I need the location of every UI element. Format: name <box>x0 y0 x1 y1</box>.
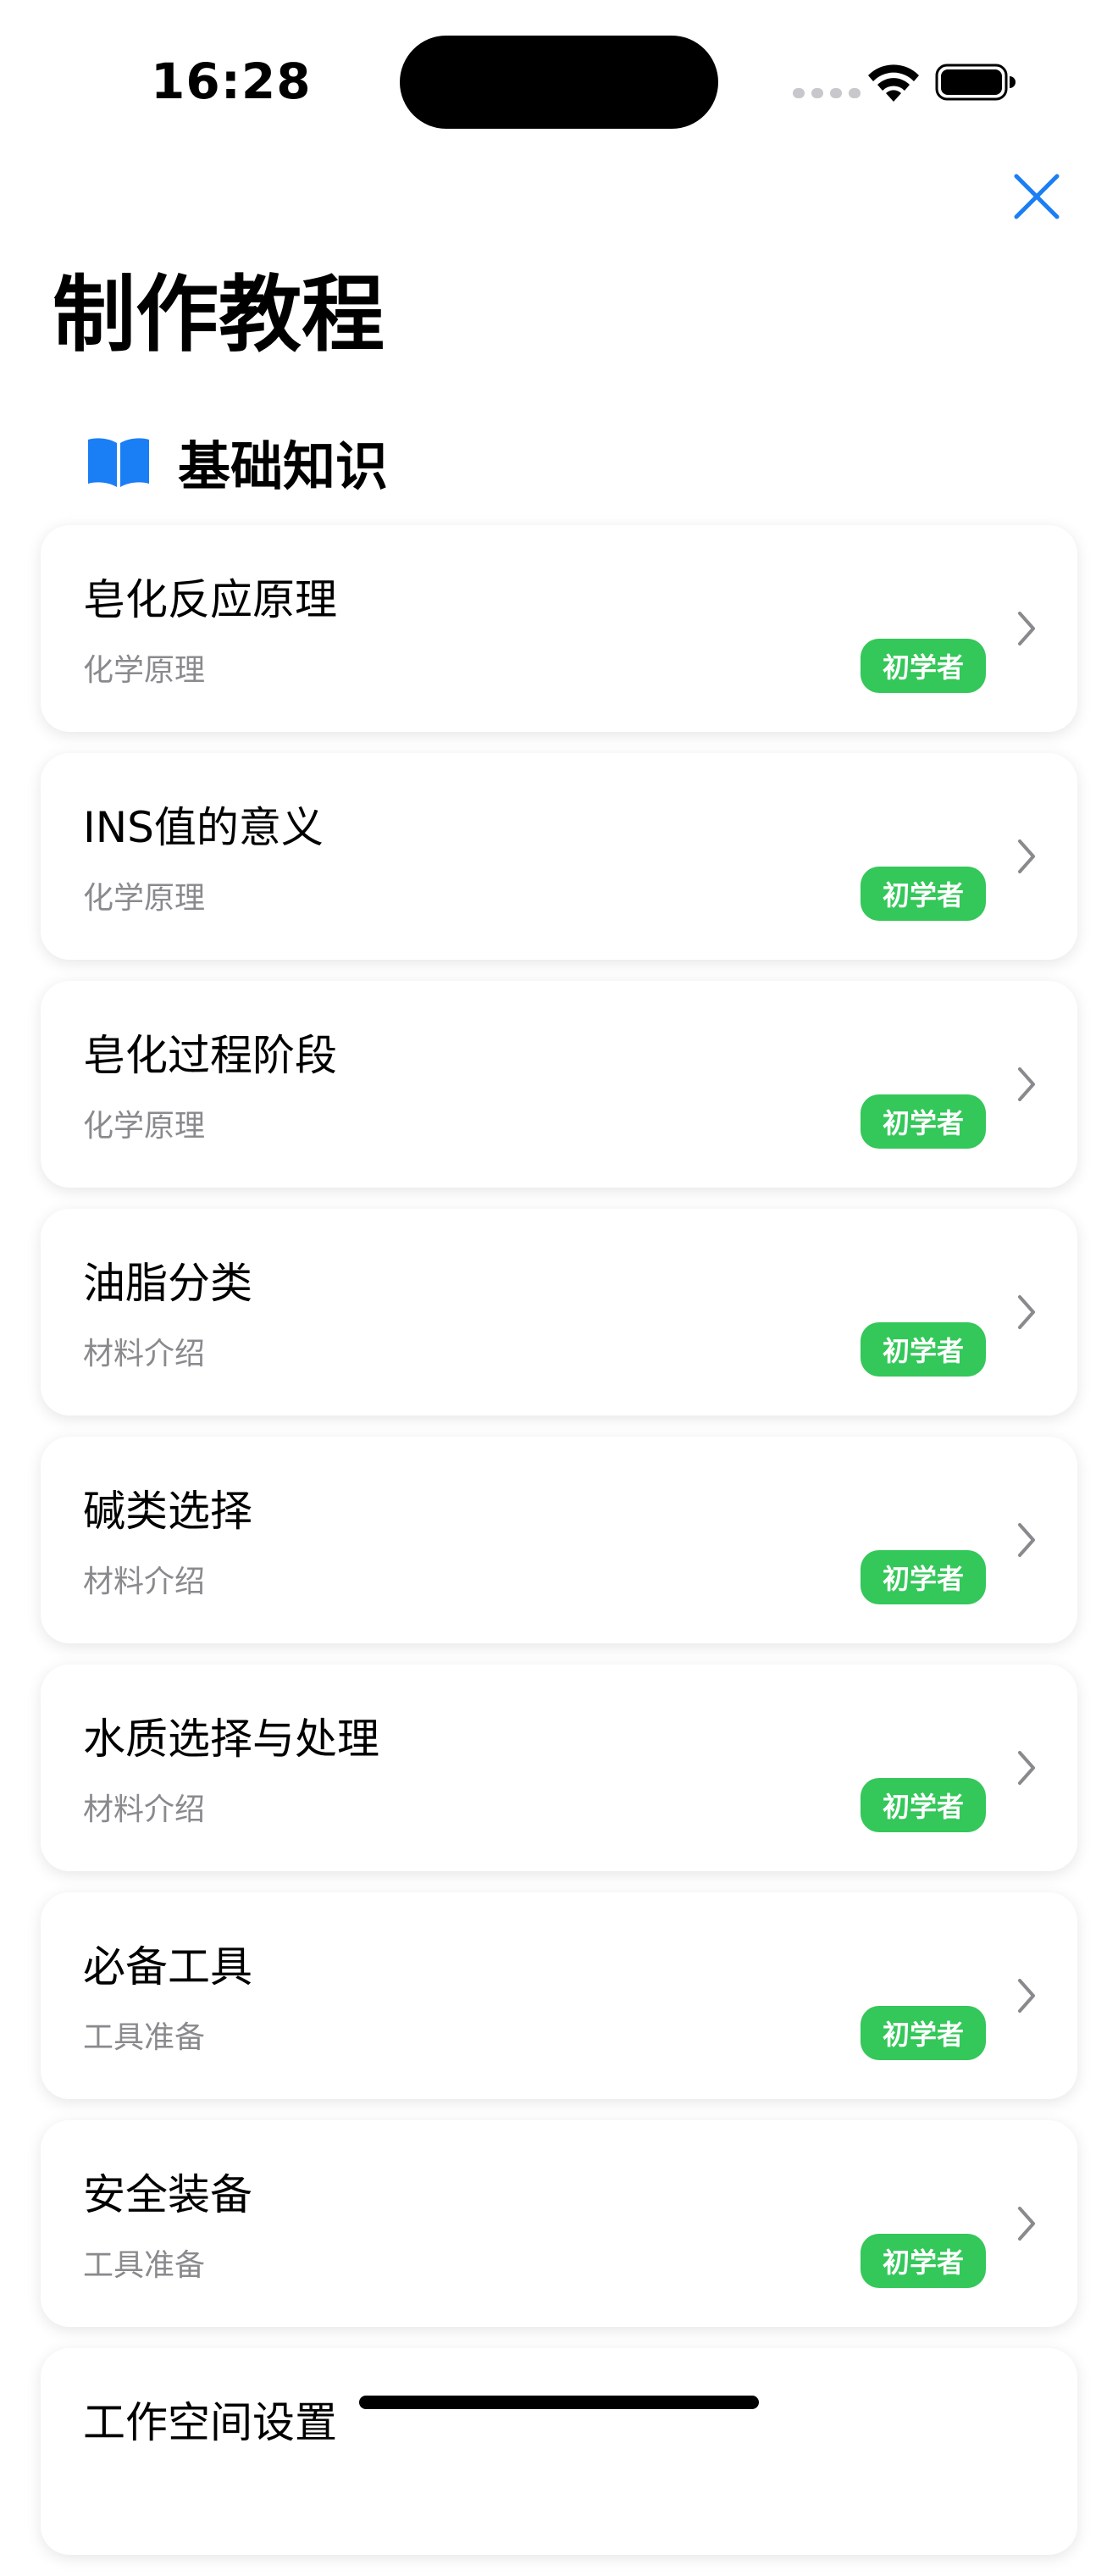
tutorial-title: 碱类选择 <box>83 1487 252 1536</box>
tutorial-card[interactable]: 水质选择与处理 材料介绍 初学者 <box>41 1665 1077 1871</box>
tutorial-title: 工作空间设置 <box>83 2398 337 2447</box>
tutorial-title: 皂化过程阶段 <box>83 1031 337 1080</box>
chevron-right-icon <box>1018 612 1035 645</box>
section-header: 基础知识 <box>85 424 388 500</box>
level-badge: 初学者 <box>861 1550 986 1604</box>
tutorial-title: 安全装备 <box>83 2170 252 2219</box>
tutorial-card[interactable]: INS值的意义 化学原理 初学者 <box>41 753 1077 960</box>
chevron-right-icon <box>1018 1067 1035 1101</box>
section-title: 基础知识 <box>178 435 389 497</box>
status-bar: 16:28 <box>0 0 1118 161</box>
tutorial-card[interactable]: 碱类选择 材料介绍 初学者 <box>41 1437 1077 1643</box>
tutorial-category: 化学原理 <box>83 653 206 688</box>
tutorial-card[interactable]: 油脂分类 材料介绍 初学者 <box>41 1209 1077 1415</box>
tutorial-title: 皂化反应原理 <box>83 575 337 624</box>
tutorial-title: 水质选择与处理 <box>83 1715 379 1764</box>
close-icon[interactable] <box>1010 169 1064 224</box>
tutorial-category: 化学原理 <box>83 1109 206 1144</box>
battery-icon <box>935 64 1016 101</box>
page-title: 制作教程 <box>53 267 385 363</box>
chevron-right-icon <box>1018 1751 1035 1785</box>
tutorial-title: 必备工具 <box>83 1942 252 1992</box>
chevron-right-icon <box>1018 1295 1035 1329</box>
level-badge: 初学者 <box>861 867 986 921</box>
tutorial-card[interactable]: 皂化过程阶段 化学原理 初学者 <box>41 981 1077 1188</box>
dynamic-island <box>400 36 718 129</box>
chevron-right-icon <box>1018 1979 1035 2013</box>
level-badge: 初学者 <box>861 1778 986 1832</box>
tutorial-card[interactable]: 必备工具 工具准备 初学者 <box>41 1892 1077 2099</box>
level-badge: 初学者 <box>861 1094 986 1149</box>
level-badge: 初学者 <box>861 639 986 693</box>
tutorial-card[interactable]: 工作空间设置 <box>41 2348 1077 2555</box>
tutorial-category: 材料介绍 <box>83 1565 206 1599</box>
chevron-right-icon <box>1018 2207 1035 2241</box>
home-indicator[interactable] <box>359 2396 759 2409</box>
status-time: 16:28 <box>151 53 312 110</box>
tutorial-category: 工具准备 <box>83 2020 206 2055</box>
tutorial-title: 油脂分类 <box>83 1259 252 1308</box>
tutorial-list: 皂化反应原理 化学原理 初学者 INS值的意义 化学原理 初学者 皂化过程阶段 … <box>41 525 1077 2576</box>
level-badge: 初学者 <box>861 2006 986 2060</box>
tutorial-card[interactable]: 皂化反应原理 化学原理 初学者 <box>41 525 1077 732</box>
level-badge: 初学者 <box>861 1322 986 1377</box>
tutorial-category: 化学原理 <box>83 881 206 916</box>
tutorial-category: 材料介绍 <box>83 1337 206 1371</box>
tutorial-category: 工具准备 <box>83 2248 206 2283</box>
tutorial-title: INS值的意义 <box>83 803 324 852</box>
tutorial-category: 材料介绍 <box>83 1792 206 1827</box>
level-badge: 初学者 <box>861 2234 986 2288</box>
tutorial-card[interactable]: 安全装备 工具准备 初学者 <box>41 2120 1077 2327</box>
book-icon <box>88 438 149 487</box>
chevron-right-icon <box>1018 839 1035 873</box>
chevron-right-icon <box>1018 1523 1035 1557</box>
cellular-signal-icon <box>793 88 861 98</box>
wifi-icon <box>868 64 919 102</box>
